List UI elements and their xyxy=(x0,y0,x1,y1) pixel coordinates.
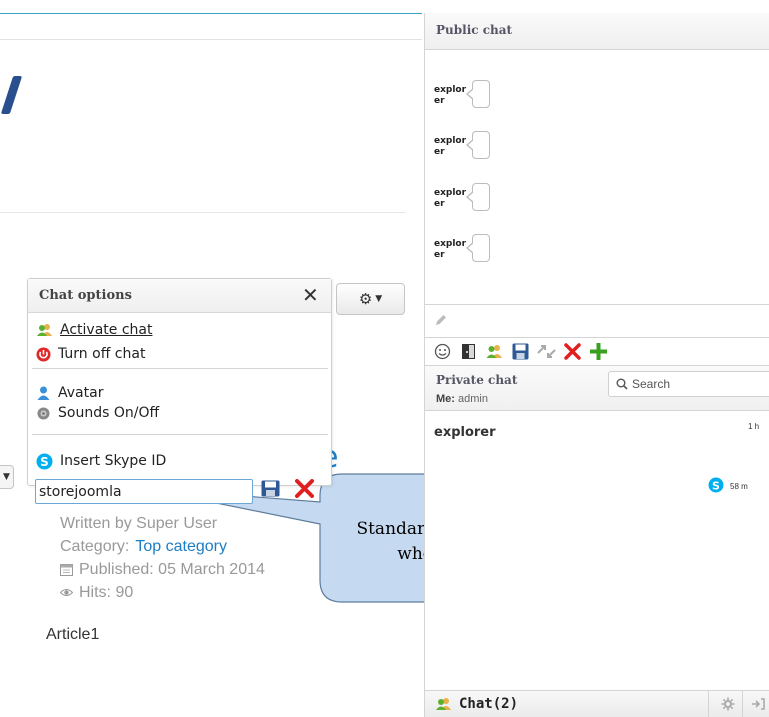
me-value: admin xyxy=(458,393,488,405)
message-input-divider xyxy=(425,304,769,305)
activate-chat-label: Activate chat xyxy=(60,322,153,338)
turn-off-chat-label: Turn off chat xyxy=(58,346,146,362)
chat-toolbar xyxy=(433,342,608,361)
article-category: Category: Top category xyxy=(60,535,265,558)
article-info: Written by Super User Category: Top cate… xyxy=(60,512,265,604)
message-username[interactable]: explorer xyxy=(434,183,468,210)
chat-count-label: Chat(2) xyxy=(459,696,519,712)
public-chat-message: explorer xyxy=(434,234,490,262)
caret-down-icon: ▼ xyxy=(3,472,10,482)
avatar-icon xyxy=(37,386,50,400)
private-chat-title: Private chat xyxy=(436,373,518,387)
users-icon xyxy=(436,698,451,710)
hits-count: Hits: 90 xyxy=(79,584,134,601)
article-tools-button[interactable]: ⚙ ▼ xyxy=(336,283,405,315)
pencil-icon[interactable] xyxy=(434,313,448,327)
private-chat-header: Private chat Me: admin Search xyxy=(425,365,769,411)
last-seen-time: 58 m xyxy=(730,482,748,491)
private-chat-search[interactable]: Search xyxy=(608,371,769,397)
insert-skype-label: Insert Skype ID xyxy=(60,453,167,469)
message-username[interactable]: explorer xyxy=(434,131,468,158)
save-icon[interactable] xyxy=(511,342,530,361)
header-divider xyxy=(0,39,422,40)
footer-divider xyxy=(742,691,743,717)
skype-icon: S xyxy=(36,453,53,469)
chat-toggle-button[interactable]: Chat(2) xyxy=(435,696,518,712)
message-bubble xyxy=(466,183,490,211)
public-chat-title: Public chat xyxy=(436,23,513,37)
search-placeholder: Search xyxy=(632,377,671,391)
skype-id-input[interactable] xyxy=(35,479,253,504)
eye-icon xyxy=(60,589,73,596)
avatar-label: Avatar xyxy=(58,385,104,401)
activate-chat-option[interactable]: Activate chat xyxy=(36,320,152,340)
delete-icon[interactable] xyxy=(294,479,315,498)
transfer-icon[interactable] xyxy=(537,342,556,361)
article-hits: Hits: 90 xyxy=(60,581,265,604)
chat-options-title: Chat options xyxy=(39,288,132,303)
options-divider xyxy=(32,368,328,369)
gear-icon: ⚙ xyxy=(358,290,373,308)
footer-divider xyxy=(708,691,709,717)
private-chat-user[interactable]: explorer xyxy=(434,425,496,440)
article-author: Written by Super User xyxy=(60,515,218,532)
category-link[interactable]: Top category xyxy=(135,535,227,558)
insert-skype-option[interactable]: S Insert Skype ID xyxy=(36,451,166,471)
message-username[interactable]: explorer xyxy=(434,234,468,261)
public-chat-message: explorer xyxy=(434,183,490,211)
svg-text:S: S xyxy=(712,479,720,492)
power-icon xyxy=(36,347,51,361)
me-label: Me: xyxy=(436,393,455,405)
category-label: Category: xyxy=(60,538,130,555)
toolbar-divider xyxy=(425,337,769,338)
message-username[interactable]: explorer xyxy=(434,80,468,107)
published-date: Published: 05 March 2014 xyxy=(79,561,265,578)
article-published: Published: 05 March 2014 xyxy=(60,558,265,581)
door-exit-icon[interactable] xyxy=(459,342,478,361)
users-icon xyxy=(37,324,52,336)
chat-options-header: Chat options ✕ xyxy=(28,279,331,313)
public-chat-message: explorer xyxy=(434,80,490,108)
speaker-icon xyxy=(37,407,50,419)
skype-icon[interactable]: S xyxy=(708,477,724,493)
caret-down-icon: ▼ xyxy=(375,294,383,304)
delete-icon[interactable] xyxy=(563,342,582,361)
save-icon[interactable] xyxy=(261,480,280,497)
last-seen-time: 1 h xyxy=(748,422,760,431)
smiley-icon[interactable] xyxy=(433,342,452,361)
message-bubble xyxy=(466,131,490,159)
content-divider xyxy=(0,212,406,213)
add-icon[interactable] xyxy=(589,342,608,361)
header-accent-line xyxy=(0,13,422,14)
search-icon xyxy=(616,378,628,390)
svg-text:S: S xyxy=(40,455,49,469)
turn-off-chat-option[interactable]: Turn off chat xyxy=(36,344,145,364)
public-chat-message: explorer xyxy=(434,131,490,159)
calendar-icon xyxy=(60,564,73,576)
exit-icon[interactable] xyxy=(751,697,765,711)
sounds-option[interactable]: Sounds On/Off xyxy=(36,403,159,423)
close-icon[interactable]: ✕ xyxy=(302,283,319,307)
site-logo-fragment xyxy=(0,76,23,114)
chat-footer: Chat(2) xyxy=(425,690,769,717)
sounds-label: Sounds On/Off xyxy=(58,405,160,421)
chat-options-popup: Chat options ✕ Activate chat Turn off ch… xyxy=(27,278,332,504)
left-dropdown-toggle[interactable]: ▼ xyxy=(0,465,14,489)
message-bubble xyxy=(466,234,490,262)
current-user: Me: admin xyxy=(436,393,488,405)
public-chat-header: Public chat xyxy=(425,13,769,50)
message-bubble xyxy=(466,80,490,108)
options-divider xyxy=(32,434,328,435)
article-body: Article1 xyxy=(46,626,100,643)
users-icon[interactable] xyxy=(485,342,504,361)
gear-icon[interactable] xyxy=(721,697,735,711)
avatar-option[interactable]: Avatar xyxy=(36,383,103,403)
chat-panel: Public chat explorer explorer explorer e… xyxy=(424,13,769,717)
